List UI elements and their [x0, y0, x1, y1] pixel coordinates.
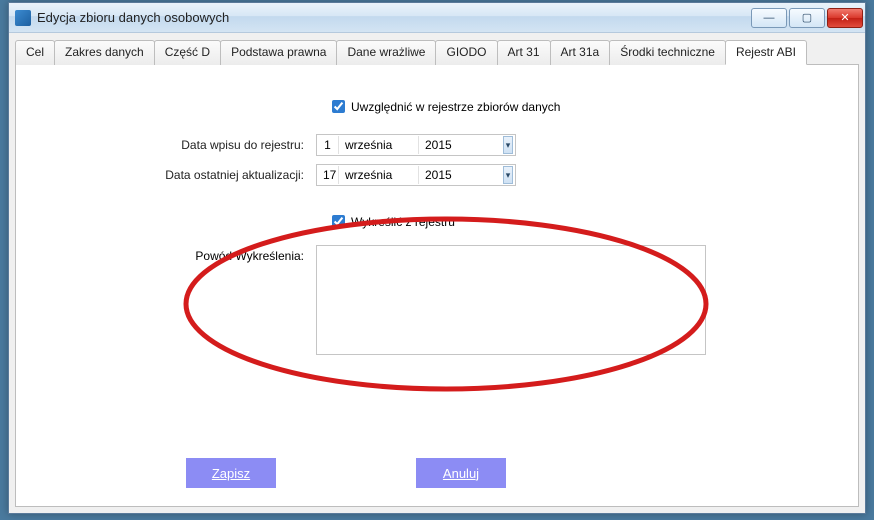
entry-date-day[interactable]: 1 [317, 136, 339, 154]
entry-date-month[interactable]: września [339, 136, 419, 154]
entry-date-year[interactable]: 2015 [419, 136, 467, 154]
remove-from-register-checkbox[interactable] [332, 215, 345, 228]
removal-reason-textarea[interactable] [316, 245, 706, 355]
update-date-year[interactable]: 2015 [419, 166, 467, 184]
tab-srodki-techniczne[interactable]: Środki techniczne [609, 40, 726, 65]
remove-from-register-label: Wykreślić z rejestru [351, 215, 455, 229]
cancel-button[interactable]: Anuluj [416, 458, 506, 488]
tab-podstawa-prawna[interactable]: Podstawa prawna [220, 40, 337, 65]
button-row: Zapisz Anuluj [16, 458, 858, 488]
tab-panel: Uwzględnić w rejestrze zbiorów danych Da… [15, 65, 859, 507]
tab-giodo[interactable]: GIODO [435, 40, 497, 65]
tab-rejestr-abi[interactable]: Rejestr ABI [725, 40, 807, 65]
removal-reason-label: Powód Wykreślenia: [36, 245, 316, 263]
update-date-day[interactable]: 17 [317, 166, 339, 184]
save-button[interactable]: Zapisz [186, 458, 276, 488]
save-button-label: Zapisz [212, 466, 250, 481]
entry-date-picker[interactable]: 1 września 2015 ▾ [316, 134, 516, 156]
calendar-dropdown-icon[interactable]: ▾ [503, 166, 513, 184]
tab-zakres-danych[interactable]: Zakres danych [54, 40, 155, 65]
client-area: Cel Zakres danych Część D Podstawa prawn… [9, 33, 865, 513]
maximize-button[interactable]: ▢ [789, 8, 825, 28]
include-in-register-label: Uwzględnić w rejestrze zbiorów danych [351, 100, 560, 114]
app-icon [15, 10, 31, 26]
removal-reason-row: Powód Wykreślenia: [36, 245, 838, 355]
update-date-row: Data ostatniej aktualizacji: 17 września… [36, 164, 838, 186]
minimize-button[interactable]: — [751, 8, 787, 28]
include-in-register-checkbox[interactable] [332, 100, 345, 113]
update-date-label: Data ostatniej aktualizacji: [36, 168, 316, 182]
minimize-icon: — [764, 12, 775, 24]
cancel-button-label: Anuluj [443, 466, 479, 481]
update-date-picker[interactable]: 17 września 2015 ▾ [316, 164, 516, 186]
close-icon: ✕ [840, 11, 849, 24]
tab-art-31a[interactable]: Art 31a [550, 40, 611, 65]
entry-date-row: Data wpisu do rejestru: 1 września 2015 … [36, 134, 838, 156]
calendar-dropdown-icon[interactable]: ▾ [503, 136, 513, 154]
maximize-icon: ▢ [802, 11, 812, 24]
titlebar[interactable]: Edycja zbioru danych osobowych — ▢ ✕ [9, 3, 865, 33]
window-title: Edycja zbioru danych osobowych [37, 10, 751, 25]
remove-from-register-row: Wykreślić z rejestru [36, 212, 838, 231]
tab-art-31[interactable]: Art 31 [497, 40, 551, 65]
update-date-month[interactable]: września [339, 166, 419, 184]
tab-dane-wrazliwe[interactable]: Dane wrażliwe [336, 40, 436, 65]
tab-cel[interactable]: Cel [15, 40, 55, 65]
app-window: Edycja zbioru danych osobowych — ▢ ✕ Cel… [8, 2, 866, 514]
tab-czesc-d[interactable]: Część D [154, 40, 221, 65]
entry-date-label: Data wpisu do rejestru: [36, 138, 316, 152]
tab-strip: Cel Zakres danych Część D Podstawa prawn… [15, 39, 859, 65]
close-button[interactable]: ✕ [827, 8, 863, 28]
include-in-register-row: Uwzględnić w rejestrze zbiorów danych [36, 97, 838, 116]
window-controls: — ▢ ✕ [751, 8, 863, 28]
